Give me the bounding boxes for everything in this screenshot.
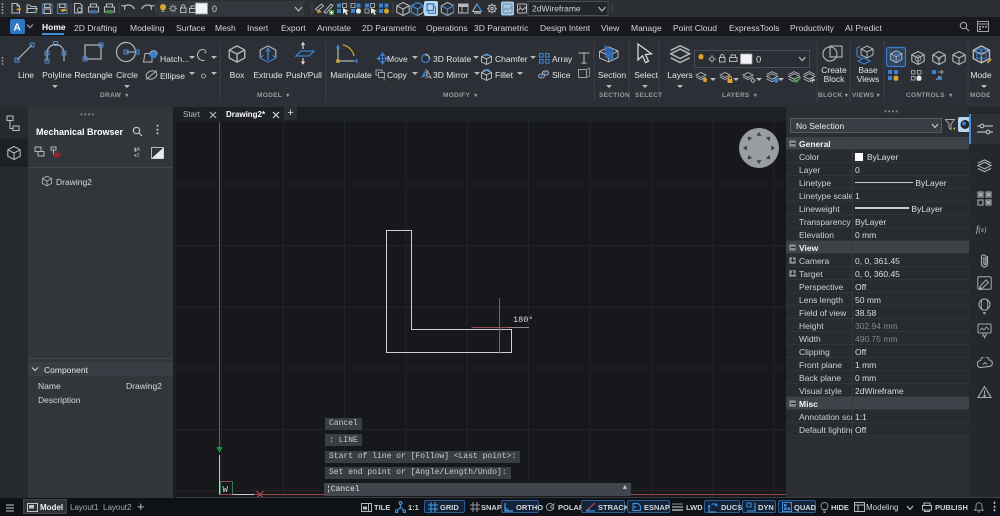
svg-text:W: W — [223, 485, 229, 495]
svg-text:0: 0 — [212, 4, 217, 14]
svg-text:0: 0 — [756, 55, 761, 66]
svg-text:A: A — [14, 23, 21, 34]
svg-text:▾Z: ▾Z — [134, 153, 140, 158]
svg-text:180°: 180° — [513, 315, 533, 325]
svg-text:2dWireframe: 2dWireframe — [532, 4, 581, 14]
